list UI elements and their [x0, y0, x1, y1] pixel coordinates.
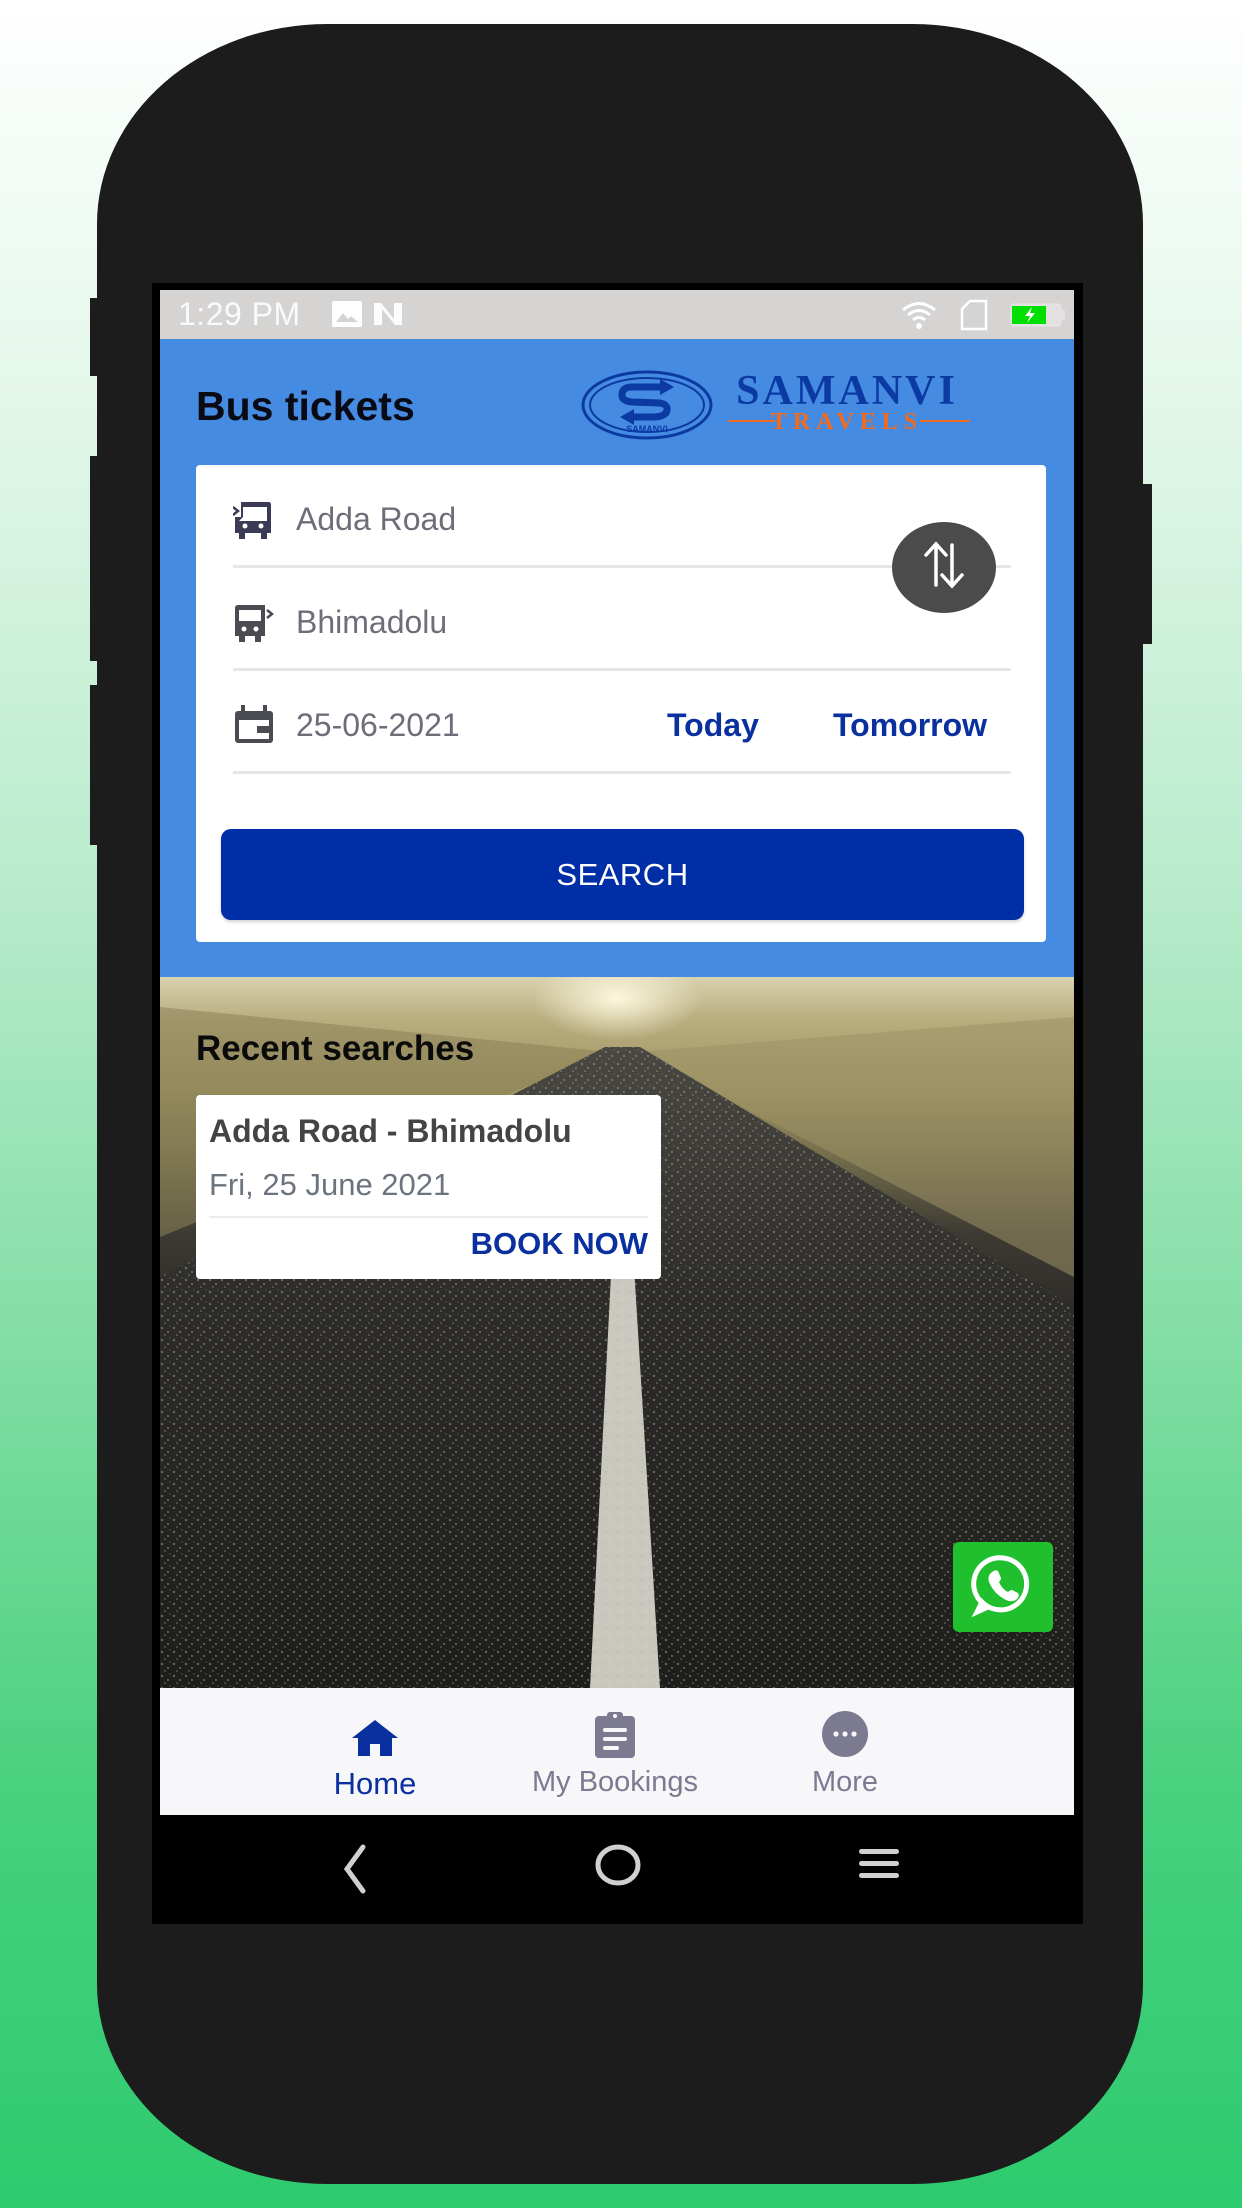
menu-icon[interactable] [857, 1843, 901, 1888]
tab-more-label: More [811, 1766, 879, 1798]
clipboard-icon [591, 1708, 639, 1758]
phone-side-button-left-1 [90, 298, 100, 376]
recent-searches-title: Recent searches [196, 1029, 475, 1068]
whatsapp-button[interactable] [953, 1542, 1053, 1632]
swap-vertical-icon [920, 539, 968, 596]
tab-my-bookings[interactable]: My Bookings [520, 1688, 710, 1815]
battery-charging-icon [1010, 302, 1066, 333]
bus-departure-icon [232, 499, 273, 541]
to-value: Bhimadolu [296, 604, 448, 640]
notification-n-icon [372, 301, 406, 332]
wifi-icon [900, 300, 938, 335]
swap-locations-button[interactable] [892, 522, 996, 613]
phone-side-button-left-2 [90, 456, 100, 661]
today-button[interactable]: Today [667, 707, 759, 744]
calendar-icon [233, 705, 273, 747]
page-title: Bus tickets [196, 383, 415, 429]
date-field[interactable]: 25-06-2021 Today Tomorrow [233, 671, 1011, 774]
status-time: 1:29 PM [178, 296, 301, 332]
tomorrow-button[interactable]: Tomorrow [833, 707, 987, 744]
home-circle-icon[interactable] [594, 1841, 642, 1894]
from-value: Adda Road [296, 501, 457, 537]
samanvi-travels-logo: SAMANVI SAMANVI TRAVELS [580, 368, 1010, 441]
tab-home-label: Home [333, 1766, 417, 1801]
tab-home[interactable]: Home [320, 1688, 430, 1815]
tab-my-bookings-label: My Bookings [531, 1766, 698, 1798]
home-icon [350, 1708, 400, 1758]
recent-search-route: Adda Road - Bhimadolu [209, 1113, 572, 1149]
recent-search-card[interactable]: Adda Road - Bhimadolu Fri, 25 June 2021 … [196, 1095, 661, 1279]
app-screen: 1:29 PM Bus tickets SAMANVI SAMANVI TRAV… [160, 290, 1074, 1815]
road-background-image: Recent searches Adda Road - Bhimadolu Fr… [160, 977, 1074, 1688]
whatsapp-icon [968, 1550, 1038, 1625]
search-button[interactable]: SEARCH [221, 829, 1024, 920]
image-icon [332, 301, 362, 332]
app-header: Bus tickets SAMANVI SAMANVI TRAVELS Adda… [160, 339, 1074, 977]
logo-brand-bottom: TRAVELS [771, 409, 923, 435]
tab-more[interactable]: More [800, 1688, 890, 1815]
road-illustration [160, 1007, 1074, 1688]
bottom-tab-bar: Home My Bookings More [160, 1688, 1074, 1815]
status-bar: 1:29 PM [160, 290, 1074, 339]
more-dots-icon [820, 1708, 870, 1758]
bus-arrival-icon [233, 602, 275, 644]
phone-side-button-right [1140, 484, 1152, 644]
recent-card-divider [209, 1216, 648, 1218]
recent-search-date: Fri, 25 June 2021 [209, 1167, 451, 1202]
logo-brand-top: SAMANVI [736, 369, 958, 414]
search-card: Adda Road Bhimadolu 25-06-2021 Today Tom… [196, 465, 1046, 942]
book-now-button[interactable]: BOOK NOW [471, 1226, 648, 1262]
logo-emblem-text: SAMANVI [626, 424, 668, 434]
back-icon[interactable] [335, 1837, 375, 1902]
phone-side-button-left-3 [90, 685, 100, 845]
sim-card-icon [960, 299, 988, 336]
date-value: 25-06-2021 [296, 707, 460, 743]
system-navigation-bar [160, 1815, 1074, 1924]
